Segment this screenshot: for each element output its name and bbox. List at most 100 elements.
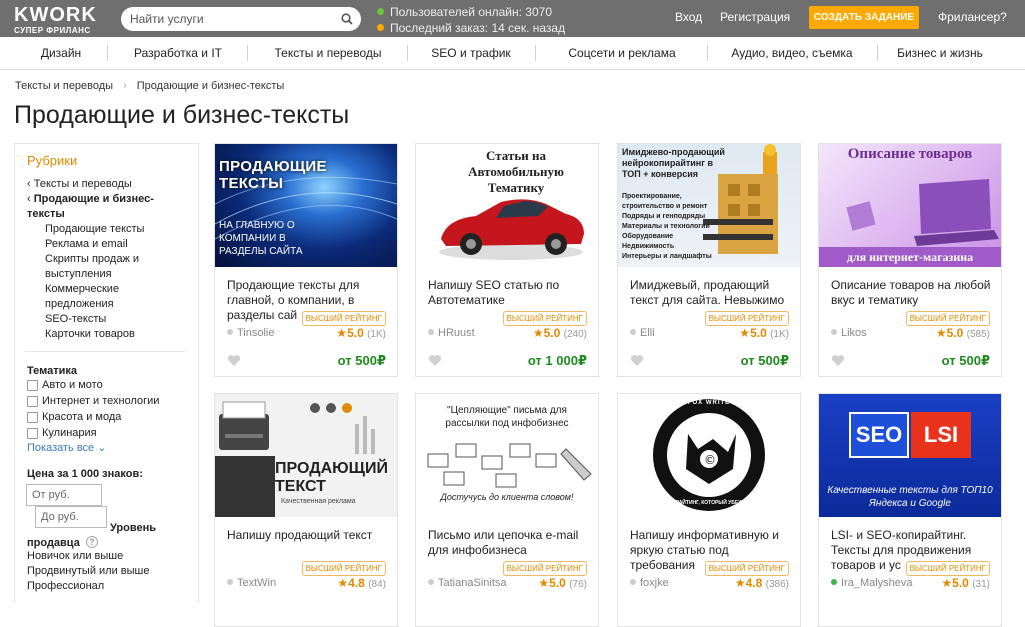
search-input[interactable] — [130, 10, 330, 28]
search-icon[interactable] — [341, 13, 353, 25]
heart-icon[interactable] — [831, 354, 845, 367]
heart-icon[interactable] — [428, 354, 442, 367]
divider — [25, 351, 185, 352]
category-audio-video[interactable]: Аудио, видео, съемка — [718, 37, 866, 70]
seller-name[interactable]: TatianaSinitsa — [428, 577, 507, 589]
category-social[interactable]: Соцсети и реклама — [550, 37, 694, 70]
card-image[interactable]: "Цепляющие" письма для рассылки под инфо… — [416, 394, 598, 517]
banner-text: ПРОДАЮЩИЙ ТЕКСТ — [275, 460, 388, 495]
level-option[interactable]: Продвинутый или выше — [27, 564, 149, 579]
card-image[interactable]: Статьи на Автомобильную Тематику — [416, 144, 598, 267]
nav-divider — [707, 45, 708, 61]
card-price: от 500₽ — [337, 353, 386, 368]
freelancer-link[interactable]: Фрилансер? — [938, 10, 1007, 24]
category-development[interactable]: Разработка и IT — [122, 37, 234, 70]
banner-text: ПРОДАЮЩИЕ ТЕКСТЫ — [219, 158, 327, 192]
category-seo[interactable]: SEO и трафик — [420, 37, 522, 70]
seller-name[interactable]: Tinsolie — [227, 327, 275, 339]
last-order-text: Последний заказ: 14 сек. назад — [390, 21, 566, 35]
create-task-button[interactable]: СОЗДАТЬ ЗАДАНИЕ — [809, 6, 919, 29]
status-dot-icon — [630, 329, 636, 335]
heart-icon[interactable] — [227, 354, 241, 367]
breadcrumb-item[interactable]: Продающие и бизнес-тексты — [137, 80, 285, 92]
seller-name[interactable]: Likos — [831, 327, 867, 339]
banner-subtext: Качественные тексты для ТОП10 Яндекса и … — [827, 485, 993, 509]
rubric-sub-item[interactable]: Реклама и email — [45, 237, 128, 252]
kwork-card[interactable]: © FOX WRITE КОПИРАЙТИНГ, КОТОРЫЙ УБЕЖДАЕ… — [617, 393, 801, 627]
level-option[interactable]: Профессионал — [27, 579, 104, 594]
checkbox-internet[interactable] — [27, 396, 38, 407]
nav-divider — [407, 45, 408, 61]
register-link[interactable]: Регистрация — [720, 10, 790, 24]
heart-icon[interactable] — [630, 354, 644, 367]
kwork-card[interactable]: Имиджево-продающий нейрокопирайтинг в ТО… — [617, 143, 801, 377]
star-icon: ★ — [337, 576, 349, 590]
review-count: (1K) — [367, 329, 386, 340]
help-icon[interactable]: ? — [85, 536, 98, 548]
seller-name[interactable]: foxjke — [630, 577, 669, 589]
star-icon: ★ — [935, 326, 947, 340]
rating: ★5.0 (31) — [941, 576, 990, 590]
chevron-down-icon: ⌄ — [97, 442, 107, 454]
nav-divider — [877, 45, 878, 61]
seller-name[interactable]: Ira_Malysheva — [831, 577, 913, 589]
banner-text: Описание товаров — [847, 146, 973, 162]
card-price: от 1 000₽ — [527, 353, 587, 368]
kwork-logo[interactable]: KWORK СУПЕР ФРИЛАНС — [14, 5, 97, 35]
top-bar: KWORK СУПЕР ФРИЛАНС Пользователей онлайн… — [0, 0, 1025, 37]
kwork-card[interactable]: ПРОДАЮЩИЙ ТЕКСТ Качественная реклама Нап… — [214, 393, 398, 627]
top-rating-badge: ВЫСШИЙ РЕЙТИНГ — [704, 561, 789, 576]
rubric-sub-item[interactable]: Коммерческие предложения — [45, 282, 135, 312]
price-from-input[interactable]: От руб. — [26, 484, 102, 506]
rubric-sub-item[interactable]: Карточки товаров — [45, 327, 135, 342]
seller-name[interactable]: TextWin — [227, 577, 276, 589]
login-link[interactable]: Вход — [675, 10, 702, 24]
theme-label: Интернет и технологии — [42, 395, 160, 407]
breadcrumb: Тексты и переводы › Продающие и бизнес-тек… — [15, 80, 284, 92]
kwork-card[interactable]: Описание товаров для интернет-магазина О… — [818, 143, 1002, 377]
card-image[interactable]: ПРОДАЮЩИЕ ТЕКСТЫ НА ГЛАВНУЮ О КОМПАНИИ В… — [215, 144, 397, 267]
category-texts[interactable]: Тексты и переводы — [262, 37, 394, 70]
rating: ★5.0 (1K) — [336, 326, 386, 340]
seller-name[interactable]: Elli — [630, 327, 655, 339]
category-business[interactable]: Бизнес и жизнь — [888, 37, 992, 70]
card-image[interactable]: SEO LSI Качественные тексты для ТОП10 Ян… — [819, 394, 1001, 517]
card-image[interactable]: ПРОДАЮЩИЙ ТЕКСТ Качественная реклама — [215, 394, 397, 517]
banner-text: Имиджево-продающий нейрокопирайтинг в ТО… — [622, 147, 725, 179]
top-rating-badge: ВЫСШИЙ РЕЙТИНГ — [301, 561, 386, 576]
kwork-card[interactable]: Статьи на Автомобильную Тематику Напишу … — [415, 143, 599, 377]
kwork-card[interactable]: ПРОДАЮЩИЕ ТЕКСТЫ НА ГЛАВНУЮ О КОМПАНИИ В… — [214, 143, 398, 377]
rubric-sub-item[interactable]: SEO-тексты — [45, 312, 106, 327]
rubric-current[interactable]: ‹ Продающие и бизнес-тексты — [27, 192, 177, 222]
chevron-left-icon: ‹ — [27, 178, 34, 190]
review-count: (31) — [972, 579, 990, 590]
seller-name[interactable]: HRuust — [428, 327, 475, 339]
rubric-parent[interactable]: ‹ Тексты и переводы — [27, 177, 132, 192]
kwork-card[interactable]: SEO LSI Качественные тексты для ТОП10 Ян… — [818, 393, 1002, 627]
checkbox-cooking[interactable] — [27, 428, 38, 439]
rating-value: 5.0 — [549, 576, 566, 590]
rubric-sub-item[interactable]: Скрипты продаж и выступления — [45, 252, 155, 282]
kwork-card[interactable]: "Цепляющие" письма для рассылки под инфо… — [415, 393, 599, 627]
seller-name-text: Likos — [841, 327, 867, 339]
card-image[interactable]: Описание товаров для интернет-магазина — [819, 144, 1001, 267]
card-image[interactable]: Имиджево-продающий нейрокопирайтинг в ТО… — [618, 144, 800, 267]
checkbox-auto[interactable] — [27, 380, 38, 391]
card-image[interactable]: © FOX WRITE КОПИРАЙТИНГ, КОТОРЫЙ УБЕЖДАЕ… — [618, 394, 800, 517]
rating-value: 4.8 — [745, 576, 763, 590]
rating-value: 5.0 — [750, 326, 767, 340]
seller-name-text: Elli — [640, 327, 655, 339]
breadcrumb-item[interactable]: Тексты и переводы — [15, 80, 113, 92]
rating: ★5.0 (76) — [538, 576, 587, 590]
seller-name-text: Tinsolie — [237, 327, 275, 339]
rubric-sub-item[interactable]: Продающие тексты — [45, 222, 144, 237]
star-icon: ★ — [538, 576, 550, 590]
lsi-block: LSI — [911, 412, 971, 458]
price-to-input[interactable]: До руб. — [35, 506, 107, 528]
red-car-image — [439, 199, 584, 260]
last-order: Последний заказ: 14 сек. назад — [377, 20, 565, 36]
category-design[interactable]: Дизайн — [28, 37, 94, 70]
show-all-link[interactable]: Показать все ⌄ — [27, 441, 106, 456]
level-option[interactable]: Новичок или выше — [27, 549, 123, 564]
checkbox-beauty[interactable] — [27, 412, 38, 423]
